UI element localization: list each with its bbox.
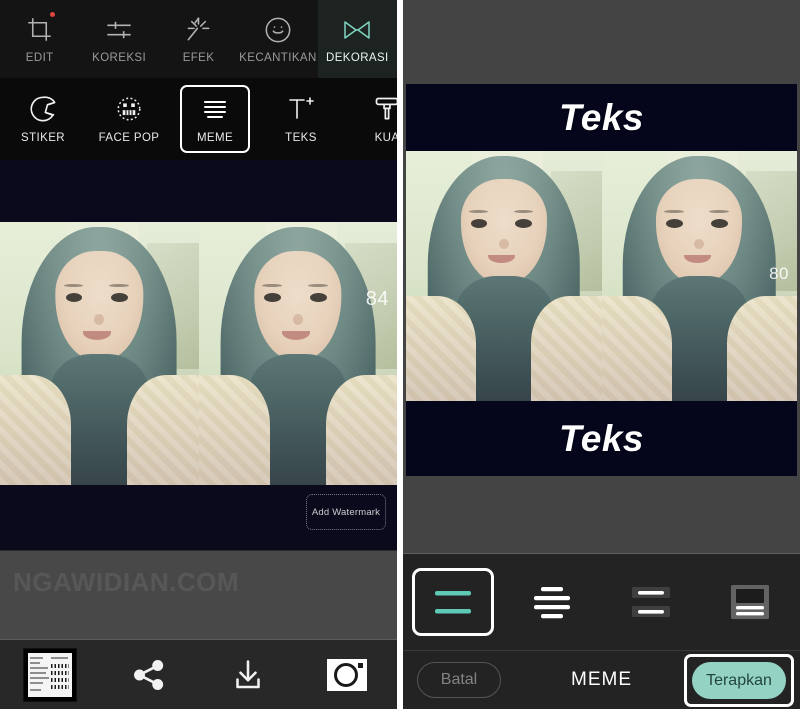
add-watermark-label: Add Watermark [311,506,381,518]
left-canvas-stage[interactable]: 84 Add Watermark [0,160,397,550]
bottom-action-bar [0,639,397,709]
apply-button-focus-ring: Terapkan [684,654,794,707]
layout-option-top-bottom[interactable] [403,554,502,650]
new-badge-dot [49,12,55,17]
smiley-icon [264,15,292,45]
download-icon [230,657,266,693]
category-tab-efek-label: EFEK [182,51,215,64]
tool-kuas[interactable]: KUA [344,78,397,160]
tool-face-pop[interactable]: FACE POP [86,78,172,160]
photo-tile [198,222,397,485]
photo-tile [601,151,797,401]
meme-layout-options [403,553,800,650]
gallery-thumbnail-button[interactable] [0,647,99,702]
add-watermark-button[interactable]: Add Watermark [306,494,386,530]
decoration-tool-bar: STIKER FACE POP MEME TEKS KUA [0,78,397,160]
text-plus-icon [286,94,316,124]
crop-icon [26,15,53,45]
meme-top-bottom-icon [411,568,494,636]
right-canvas-stage[interactable]: Teks 80 Teks [406,84,797,476]
face-pop-icon [115,94,143,124]
tool-stiker-label: STIKER [21,132,65,144]
meme-footer-bar: Batal MEME Terapkan [403,650,800,709]
right-panel-meme-editor: Teks 80 Teks Batal MEME Terapkan [403,0,800,709]
category-tab-dekorasi-label: DEKORASI [326,51,389,64]
tool-meme[interactable]: MEME [172,78,258,160]
layout-option-centered-block[interactable] [502,554,601,650]
tool-meme-label: MEME [196,132,234,144]
site-watermark: NGAWIDIAN.COM [13,567,240,597]
app-screen: EDIT KOREKSI EFEK KECANTIKAN DEKORASI ST… [0,0,800,709]
photo-thumbnail [22,647,77,702]
category-tab-dekorasi[interactable]: DEKORASI [317,0,397,78]
download-button[interactable] [199,657,298,693]
photo-collage-left [0,222,397,485]
category-tab-kecantikan-label: KECANTIKAN [239,51,317,64]
sticker-icon [29,94,57,124]
meme-centered-icon [511,568,593,636]
layout-option-boxed-bands[interactable] [602,554,701,650]
camera-icon [325,657,369,693]
category-tab-bar: EDIT KOREKSI EFEK KECANTIKAN DEKORASI [0,0,397,78]
tool-teks[interactable]: TEKS [258,78,344,160]
photo-collage-right [406,151,797,401]
bowtie-icon [342,15,372,45]
photo-tile [406,151,602,401]
left-filler-area: NGAWIDIAN.COM [0,550,397,639]
left-panel-editor: EDIT KOREKSI EFEK KECANTIKAN DEKORASI ST… [0,0,397,709]
tool-face-pop-label: FACE POP [98,132,160,144]
tool-kuas-label: KUA [374,132,397,144]
meme-lines-icon [201,94,229,124]
canvas-watermark-number: 80 [769,264,789,283]
share-button[interactable] [99,656,198,694]
photo-tile [0,222,199,485]
apply-button[interactable]: Terapkan [692,662,786,699]
meme-bottom-text: Teks [559,417,644,459]
category-tab-edit-label: EDIT [25,51,54,64]
canvas-watermark-number: 84 [365,288,389,310]
category-tab-efek[interactable]: EFEK [159,0,238,78]
meme-top-band[interactable]: Teks [406,84,797,151]
apply-button-label: Terapkan [706,671,772,689]
category-tab-kecantikan[interactable]: KECANTIKAN [238,0,317,78]
category-tab-edit[interactable]: EDIT [0,0,79,78]
layout-option-caption-below[interactable] [701,554,800,650]
category-tab-koreksi[interactable]: KOREKSI [79,0,158,78]
sliders-icon [105,15,133,45]
meme-boxed-icon [610,568,692,636]
tool-teks-label: TEKS [285,132,317,144]
share-icon [130,656,168,694]
brush-icon [373,94,397,124]
meme-caption-icon [709,568,791,636]
category-tab-koreksi-label: KOREKSI [92,51,147,64]
sparkle-icon [185,15,212,45]
meme-top-text: Teks [559,96,644,138]
tool-stiker[interactable]: STIKER [0,78,86,160]
camera-button[interactable] [298,657,397,693]
meme-bottom-band[interactable]: Teks [406,401,797,476]
